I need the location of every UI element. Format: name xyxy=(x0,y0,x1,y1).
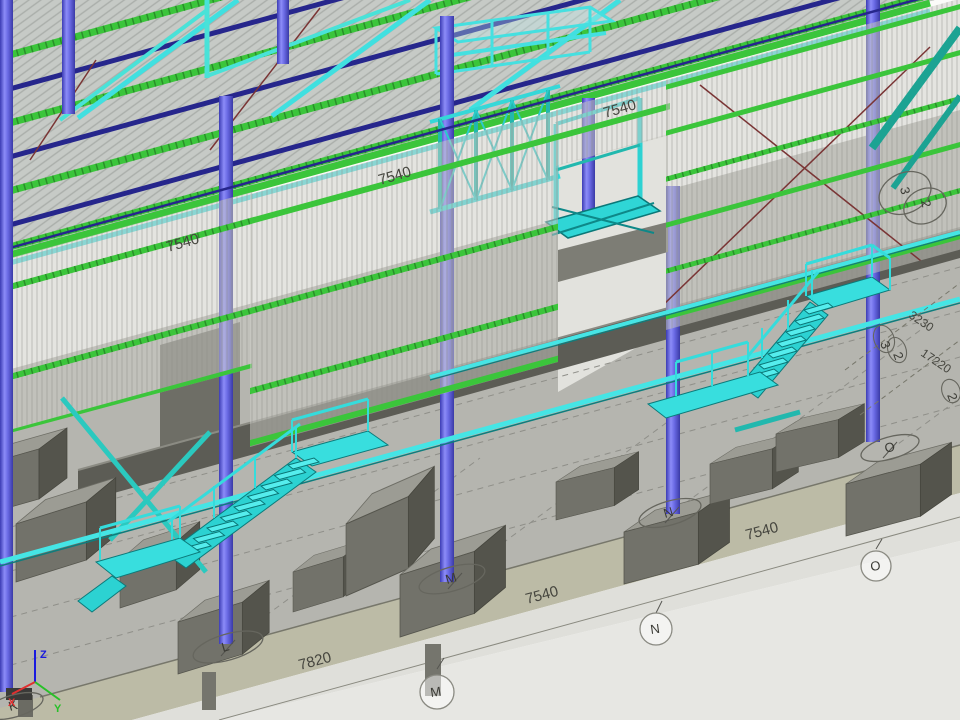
grid-circle-m: M xyxy=(429,684,442,700)
model-viewport[interactable]: K L M N O M N O 3 2 3 2 2 7540 7540 7540… xyxy=(0,0,960,720)
grid-circle-o: O xyxy=(869,558,881,574)
axis-y-label: Y xyxy=(54,703,62,715)
axis-z-label: Z xyxy=(40,649,47,661)
footing-stem xyxy=(202,672,216,710)
axis-x-label: X xyxy=(8,697,16,709)
